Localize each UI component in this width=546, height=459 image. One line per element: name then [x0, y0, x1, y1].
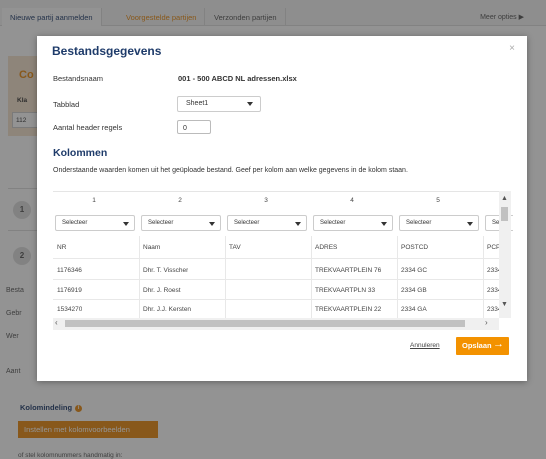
table-cell: 2334: [487, 306, 499, 313]
sheet-select-value: Sheet1: [186, 100, 209, 107]
save-button[interactable]: Opslaan →: [456, 337, 509, 355]
header-rows-input[interactable]: [177, 120, 211, 134]
column-select-label: Selecteer: [62, 220, 88, 226]
column-select-2[interactable]: Selecteer: [141, 215, 221, 231]
column-header: PCP: [487, 244, 499, 251]
chevron-down-icon: [467, 222, 473, 226]
chevron-down-icon: [381, 222, 387, 226]
columns-title: Kolommen: [53, 147, 108, 159]
table-cell: Dhr. T. Visscher: [143, 267, 189, 274]
divider: [311, 236, 312, 318]
chevron-down-icon: [295, 222, 301, 226]
chevron-down-icon: [247, 102, 253, 106]
divider: [225, 236, 226, 318]
chevron-down-icon[interactable]: ▼: [501, 301, 508, 308]
column-mapping-table: 1 2 3 4 5 Selecteer Selecteer Selecteer …: [53, 191, 513, 331]
scrollbar-thumb[interactable]: [65, 320, 465, 327]
column-number: 3: [264, 197, 268, 204]
divider: [53, 258, 499, 259]
column-select-label: Selecteer: [148, 220, 174, 226]
table-cell: Dhr. J. Roest: [143, 287, 181, 294]
table-cell: 2334 GA: [401, 306, 427, 313]
chevron-right-icon[interactable]: ›: [485, 318, 488, 327]
column-number: 2: [178, 197, 182, 204]
vertical-scrollbar[interactable]: ▲ ▼: [499, 191, 511, 318]
column-header: TAV: [229, 244, 241, 251]
column-header: POSTCD: [401, 244, 429, 251]
save-button-label: Opslaan: [462, 341, 492, 350]
table-cell: TREKVAARTPLEIN 76: [315, 267, 382, 274]
sheet-label: Tabblad: [53, 100, 80, 109]
divider: [139, 236, 140, 318]
file-name-label: Bestandsnaam: [53, 74, 104, 83]
table-cell: 2334: [487, 287, 499, 294]
table-cell: 2334: [487, 267, 499, 274]
column-select-3[interactable]: Selecteer: [227, 215, 307, 231]
column-header: ADRES: [315, 244, 338, 251]
scrollbar-thumb[interactable]: [501, 207, 508, 221]
modal-title: Bestandsgegevens: [52, 44, 162, 58]
sheet-select[interactable]: Sheet1: [177, 96, 261, 112]
columns-description: Onderstaande waarden komen uit het geüpl…: [53, 167, 408, 174]
table-cell: 1534270: [57, 306, 83, 313]
cancel-button[interactable]: Annuleren: [410, 342, 440, 349]
divider: [53, 191, 499, 192]
table-cell: Dhr. J.J. Kersten: [143, 306, 192, 313]
column-select-5[interactable]: Selecteer: [399, 215, 479, 231]
table-cell: TREKVAARTPLN 33: [315, 287, 376, 294]
column-number: 5: [436, 197, 440, 204]
file-details-modal: Bestandsgegevens × Bestandsnaam 001 - 50…: [37, 36, 527, 381]
table-cell: 2334 GC: [401, 267, 428, 274]
column-header: NR: [57, 244, 67, 251]
chevron-up-icon[interactable]: ▲: [501, 195, 508, 202]
table-cell: TREKVAARTPLEIN 22: [315, 306, 382, 313]
column-select-4[interactable]: Selecteer: [313, 215, 393, 231]
column-number: 4: [350, 197, 354, 204]
column-select-label: Selecteer: [406, 220, 432, 226]
divider: [53, 299, 499, 300]
chevron-left-icon[interactable]: ‹: [55, 318, 58, 327]
header-rows-label: Aantal header regels: [53, 123, 123, 132]
arrow-right-icon: →: [493, 338, 504, 350]
chevron-down-icon: [209, 222, 215, 226]
table-cell: 1176919: [57, 287, 82, 294]
chevron-down-icon: [123, 222, 129, 226]
table-cell: 2334 GB: [401, 287, 427, 294]
column-select-label: Selecteer: [320, 220, 346, 226]
divider: [53, 279, 499, 280]
column-select-label: Selecteer: [234, 220, 260, 226]
close-icon[interactable]: ×: [509, 43, 515, 54]
divider: [483, 236, 484, 318]
column-select-1[interactable]: Selecteer: [55, 215, 135, 231]
column-number: 1: [92, 197, 96, 204]
file-name-value: 001 - 500 ABCD NL adressen.xlsx: [178, 74, 297, 83]
divider: [397, 236, 398, 318]
column-header: Naam: [143, 244, 161, 251]
horizontal-scrollbar[interactable]: ‹ ›: [53, 318, 499, 330]
table-cell: 1176346: [57, 267, 82, 274]
